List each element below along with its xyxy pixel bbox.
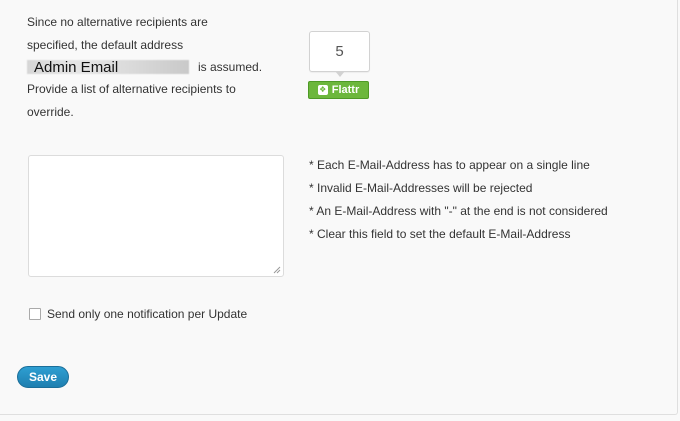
flattr-icon: ❖ <box>317 85 328 95</box>
hint-line: * Each E-Mail-Address has to appear on a… <box>309 158 590 172</box>
description-line: override. <box>27 104 74 119</box>
hint-line: * An E-Mail-Address with "-" at the end … <box>309 204 608 218</box>
recipient-hints: * Each E-Mail-Address has to appear on a… <box>309 154 608 246</box>
alternative-recipients-textarea[interactable] <box>28 155 284 277</box>
single-notification-label[interactable]: Send only one notification per Update <box>47 307 247 321</box>
flattr-button[interactable]: ❖ Flattr <box>308 81 369 99</box>
flattr-count: 5 <box>309 31 370 77</box>
save-button[interactable]: Save <box>17 366 69 388</box>
flattr-button-label: Flattr <box>331 84 360 96</box>
description-line: Provide a list of alternative recipients… <box>27 82 236 96</box>
description-line: is assumed. <box>198 60 263 74</box>
resize-grip-icon[interactable] <box>273 266 281 274</box>
single-notification-checkbox[interactable] <box>29 308 41 320</box>
settings-panel: Since no alternative recipients are spec… <box>0 0 678 415</box>
single-notification-option[interactable]: Send only one notification per Update <box>29 307 247 321</box>
description-line: Since no alternative recipients are <box>27 15 208 29</box>
recipients-description: Since no alternative recipients are spec… <box>27 11 297 123</box>
description-line: specified, the default address <box>27 37 184 52</box>
default-address-row: Admin Email is assumed. <box>27 56 297 78</box>
redacted-address-label: Admin Email <box>34 59 119 76</box>
hint-line: * Clear this field to set the default E-… <box>309 227 571 241</box>
hint-line: * Invalid E-Mail-Addresses will be rejec… <box>309 181 533 195</box>
